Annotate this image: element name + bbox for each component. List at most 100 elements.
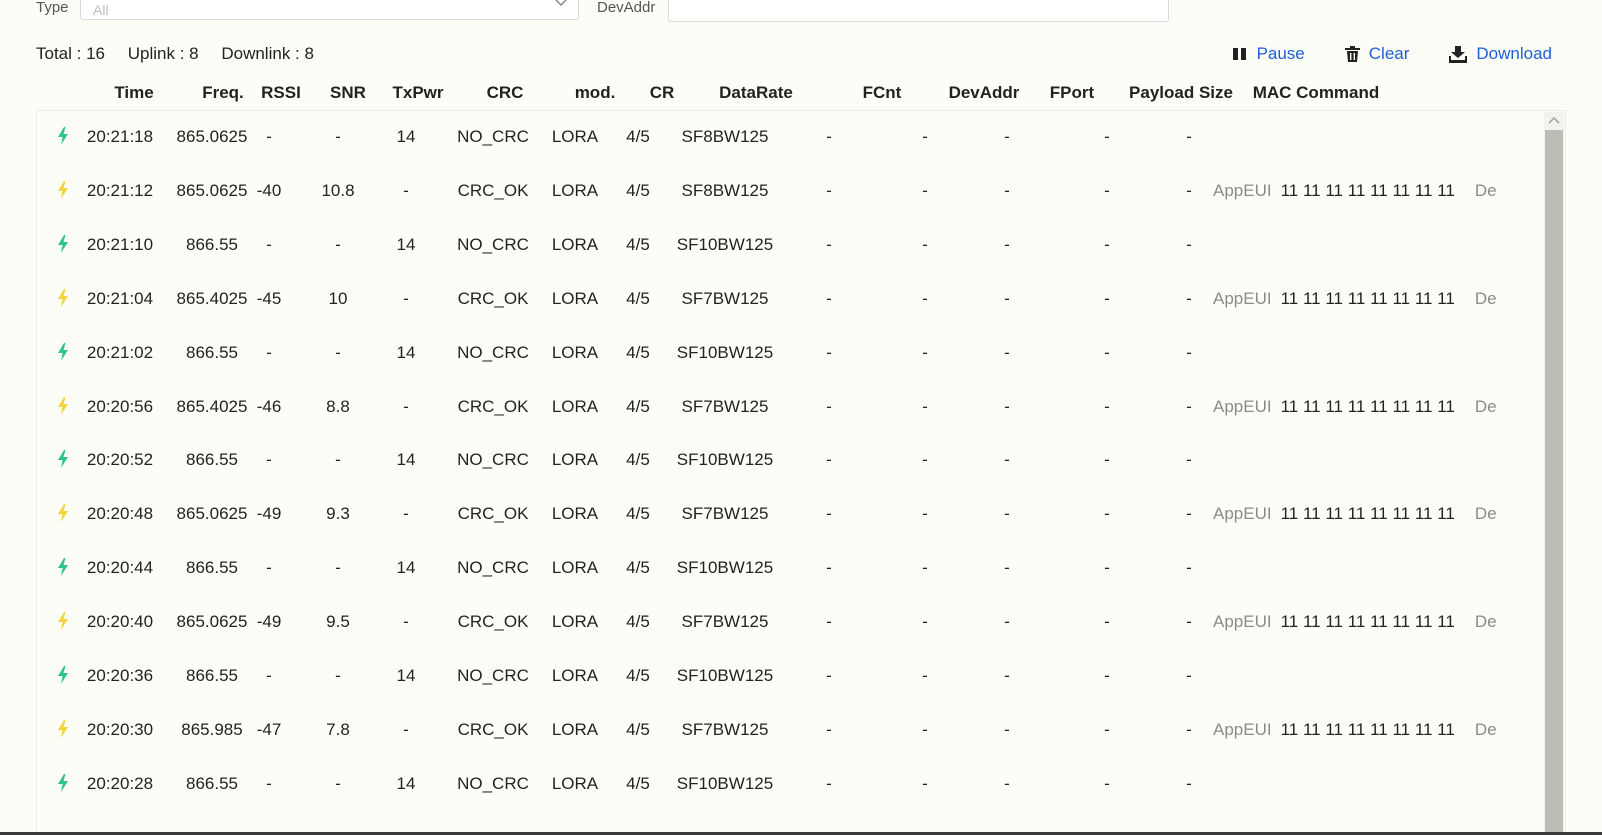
col-crc: CRC [486, 83, 524, 102]
cell-devaddr: - [922, 180, 928, 200]
table-row[interactable]: 20:21:02 866.55 - - 14 NO_CRC LORA 4/5 SF10BW125… [37, 327, 1545, 381]
cell-payload: - [1104, 396, 1110, 416]
cell-datarate: SF8BW125 [681, 127, 769, 146]
cell-datarate: SF7BW125 [681, 288, 769, 308]
col-mod: mod. [574, 83, 616, 102]
cell-mac: - [1186, 288, 1192, 308]
cell-rssi: - [266, 234, 272, 254]
table-row[interactable]: 20:20:56 865.4025 -46 8.8 - CRC_OK LORA 4/5 SF7B… [37, 381, 1545, 435]
type-select[interactable]: All [80, 0, 579, 20]
cell-freq: 866.55 [186, 558, 238, 578]
cell-fport: - [1004, 450, 1010, 470]
mac-command-detail: AppEUI 11 11 11 11 11 11 11 11 De [1213, 720, 1513, 740]
cell-txpwr: - [403, 180, 409, 200]
cell-payload: - [1104, 773, 1110, 793]
cell-mod: LORA [551, 180, 599, 200]
cell-time: 20:20:48 [86, 504, 154, 524]
cell-mac: - [1186, 234, 1192, 254]
cell-crc: CRC_OK [457, 504, 529, 524]
cell-mod: LORA [551, 127, 599, 146]
toolbar-actions: Pause Clear Download [1192, 42, 1552, 66]
cell-snr: - [335, 234, 341, 254]
col-rssi: RSSI [261, 83, 301, 102]
lightning-icon [58, 719, 68, 738]
cell-time: 20:20:28 [86, 773, 154, 793]
lightning-icon [58, 396, 68, 415]
trash-icon [1344, 46, 1360, 62]
cell-fcnt: - [826, 666, 832, 685]
lightning-icon [58, 612, 68, 631]
scroll-up-arrow-icon[interactable] [1544, 112, 1564, 130]
col-mac-command: MAC Command [1252, 83, 1380, 102]
cell-fcnt: - [826, 504, 832, 524]
table-row[interactable]: 20:20:40 865.0625 -49 9.5 - CRC_OK LORA 4/5 SF7B… [37, 596, 1545, 650]
cell-cr: 4/5 [626, 558, 650, 578]
cell-freq: 866.55 [186, 666, 238, 685]
table-scrollbar[interactable] [1544, 112, 1564, 835]
cell-rssi: -49 [256, 504, 282, 524]
cell-cr: 4/5 [626, 719, 650, 739]
table-row[interactable]: 20:20:48 865.0625 -49 9.3 - CRC_OK LORA 4/5 SF7B… [37, 488, 1545, 542]
cell-payload: - [1104, 180, 1110, 200]
cell-snr: - [335, 127, 341, 146]
cell-time: 20:21:02 [86, 342, 154, 362]
cell-devaddr: - [922, 504, 928, 524]
table-row[interactable]: 20:20:30 865.985 -47 7.8 - CRC_OK LORA 4/5 SF7BW… [37, 704, 1545, 758]
table-row[interactable]: 20:20:28 866.55 - - 14 NO_CRC LORA 4/5 SF10BW125… [37, 758, 1545, 812]
scrollbar-thumb[interactable] [1545, 130, 1563, 835]
mac-next-key: De [1474, 396, 1497, 416]
col-fcnt: FCnt [862, 83, 902, 102]
mac-next-key: De [1474, 180, 1497, 200]
download-button[interactable]: Download [1449, 44, 1552, 64]
col-datarate: DataRate [719, 83, 793, 102]
table-row[interactable]: 20:21:18 865.0625- -14 NO_CRC LORA 4/5 SF8BW12… [37, 111, 1545, 165]
table-row[interactable]: 20:21:12 865.0625 -40 10.8 - CRC_OK LORA 4/5 SF8… [37, 165, 1545, 219]
cell-fport: - [1004, 127, 1010, 146]
devaddr-input[interactable] [668, 0, 1169, 22]
cell-cr: 4/5 [626, 180, 650, 200]
mac-next-key: De [1474, 288, 1497, 308]
clear-button[interactable]: Clear [1344, 44, 1409, 64]
mac-command-detail: AppEUI 11 11 11 11 11 11 11 11 De [1213, 612, 1513, 632]
pause-button[interactable]: Pause [1232, 44, 1305, 64]
cell-snr: 9.3 [326, 504, 350, 524]
cell-freq: 865.4025 [176, 288, 248, 308]
cell-cr: 4/5 [626, 450, 650, 470]
type-select-value: All [93, 2, 109, 18]
cell-fcnt: - [826, 612, 832, 632]
cell-fport: - [1004, 342, 1010, 362]
lightning-icon [58, 666, 68, 684]
cell-mac: - [1186, 450, 1192, 470]
cell-crc: NO_CRC [457, 666, 529, 685]
cell-txpwr: 14 [396, 234, 416, 254]
cell-fcnt: - [826, 288, 832, 308]
cell-devaddr: - [922, 719, 928, 739]
table-row[interactable]: 20:20:44 866.55 - - 14 NO_CRC LORA 4/5 SF10BW125… [37, 542, 1545, 596]
cell-fcnt: - [826, 234, 832, 254]
cell-freq: 865.0625 [176, 127, 248, 146]
cell-payload: - [1104, 666, 1110, 685]
cell-cr: 4/5 [626, 666, 650, 685]
cell-mod: LORA [551, 773, 599, 793]
table-row[interactable]: 20:21:04 865.4025 -45 10 - CRC_OK LORA 4/5 SF7BW… [37, 273, 1545, 327]
table-row[interactable]: 20:20:52 866.55 - - 14 NO_CRC LORA 4/5 SF10BW125… [37, 434, 1545, 488]
cell-crc: NO_CRC [457, 773, 529, 793]
mac-key: AppEUI [1213, 396, 1272, 416]
table-row[interactable]: 20:21:10 866.55 - - 14 NO_CRC LORA 4/5 SF10BW125… [37, 219, 1545, 273]
cell-fport: - [1004, 504, 1010, 524]
cell-devaddr: - [922, 288, 928, 308]
pause-label: Pause [1256, 44, 1305, 63]
cell-mac: - [1186, 612, 1192, 632]
cell-rssi: - [266, 450, 272, 470]
lightning-icon [58, 504, 68, 523]
cell-fcnt: - [826, 180, 832, 200]
cell-snr: - [335, 558, 341, 578]
cell-snr: 7.8 [326, 719, 350, 739]
cell-crc: NO_CRC [457, 127, 529, 146]
cell-mac: - [1186, 396, 1192, 416]
table-row[interactable]: 20:20:36 866.55 - - 14 NO_CRC LORA 4/5 SF10BW125… [37, 650, 1545, 704]
mac-next-key: De [1474, 612, 1497, 632]
cell-mac: - [1186, 342, 1192, 362]
cell-crc: CRC_OK [457, 180, 529, 200]
col-fport: FPort [1049, 83, 1095, 102]
